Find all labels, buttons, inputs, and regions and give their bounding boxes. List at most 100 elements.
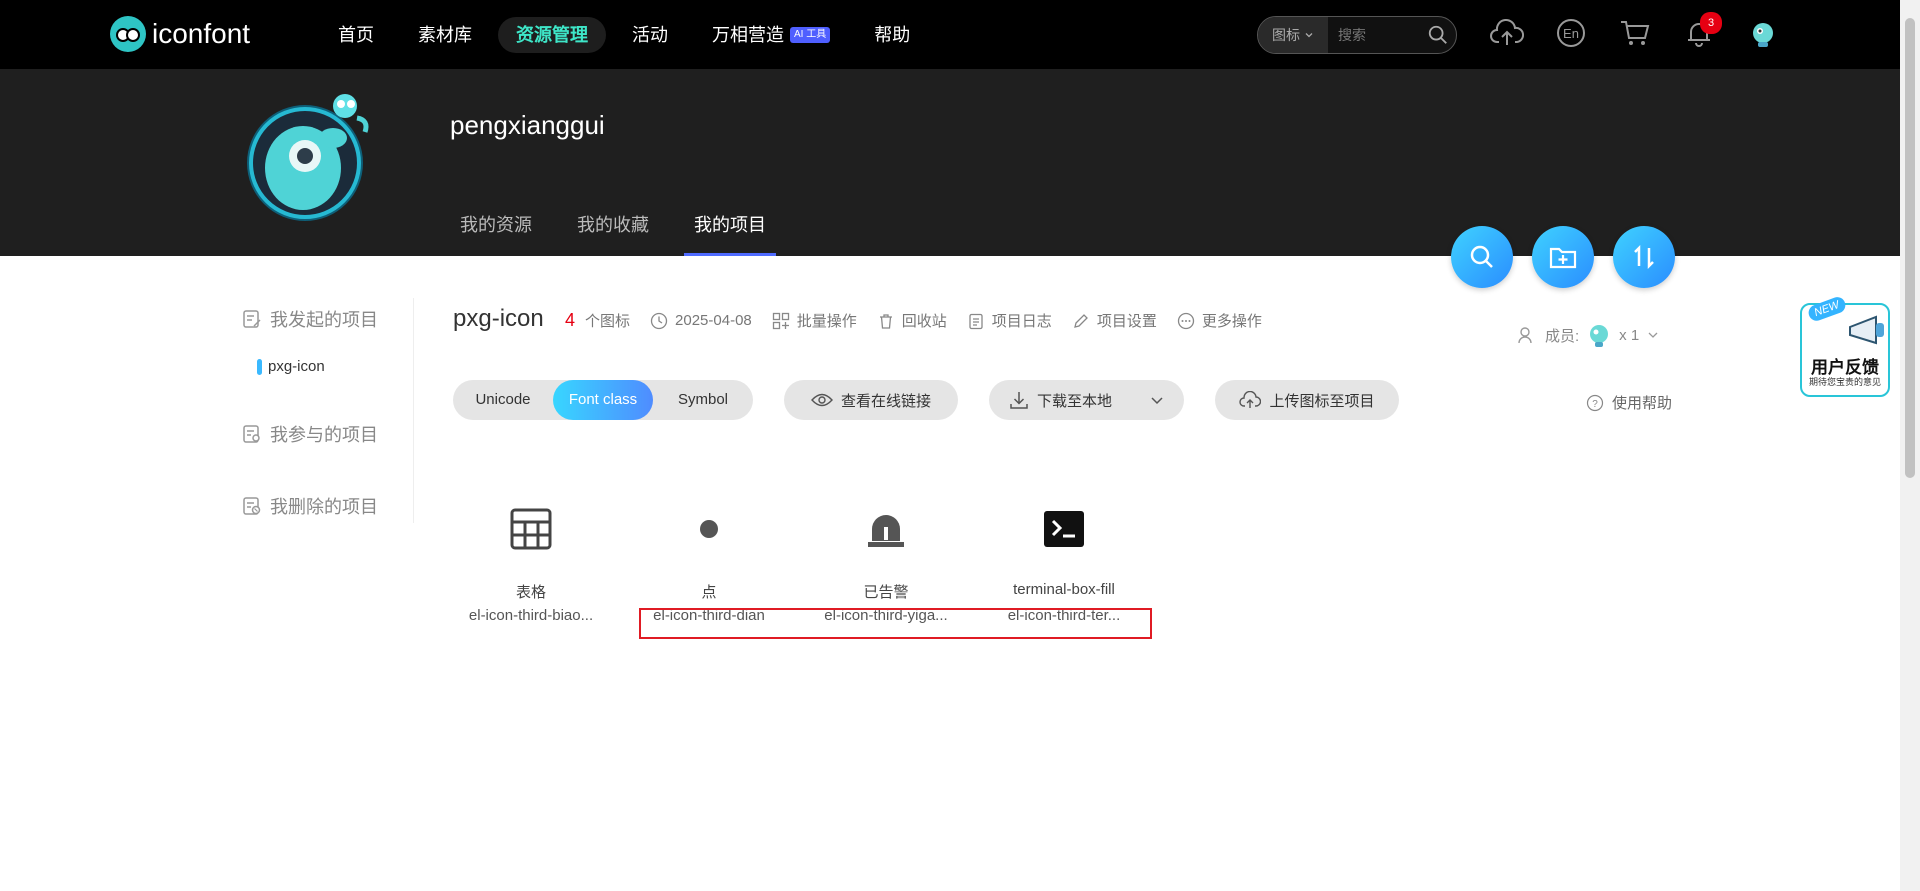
nav-resource-management[interactable]: 资源管理 [498, 17, 606, 53]
search-button[interactable] [1420, 17, 1456, 53]
deleted-document-icon [243, 497, 261, 515]
nav-wanxiang-label: 万相营造 [712, 25, 784, 45]
search-icon [1428, 25, 1447, 44]
upload-cloud-button[interactable] [1488, 14, 1526, 52]
project-settings-button[interactable]: 项目设置 [1072, 310, 1157, 331]
nav-home[interactable]: 首页 [320, 17, 392, 53]
sidebar-divider [413, 298, 414, 523]
new-project-fab[interactable] [1532, 226, 1594, 288]
sidebar-deleted-projects-label: 我删除的项目 [270, 497, 378, 517]
nav-resource-management-label: 资源管理 [516, 25, 588, 45]
profile-tabs: 我的资源 我的收藏 我的项目 [450, 205, 801, 256]
upload-to-project-button[interactable]: 上传图标至项目 [1215, 380, 1399, 420]
table-icon [456, 495, 606, 563]
top-icon-group: En 3 [1488, 12, 1782, 52]
chevron-down-icon[interactable] [1150, 393, 1164, 407]
chevron-down-icon [1305, 33, 1313, 38]
trash-icon [879, 313, 892, 329]
more-actions-button[interactable]: 更多操作 [1177, 310, 1262, 331]
tab-my-favorites[interactable]: 我的收藏 [567, 205, 659, 256]
folder-add-icon [1549, 247, 1577, 269]
notification-button[interactable]: 3 [1680, 12, 1722, 52]
project-title: pxg-icon [453, 305, 544, 332]
view-online-link-button[interactable]: 查看在线链接 [784, 380, 958, 420]
svg-text:?: ? [1592, 399, 1598, 410]
recycle-bin-button[interactable]: 回收站 [877, 310, 947, 331]
user-document-icon [243, 425, 260, 443]
sidebar-project-label: pxg-icon [268, 358, 325, 375]
project-settings-label: 项目设置 [1096, 313, 1157, 330]
more-actions-label: 更多操作 [1201, 313, 1262, 330]
icon-card-table[interactable]: 表格 el-icon-third-biao... [456, 495, 606, 624]
sidebar-joined-projects-label: 我参与的项目 [270, 425, 378, 445]
language-button[interactable]: En [1552, 14, 1590, 52]
member-avatar-icon [1590, 325, 1609, 347]
tab-my-projects[interactable]: 我的项目 [684, 205, 776, 256]
eye-icon [811, 393, 833, 407]
code-mode-switch: Unicode Font class Symbol [453, 380, 753, 420]
sidebar-created-projects-label: 我发起的项目 [270, 310, 378, 330]
profile-username: pengxianggui [450, 110, 605, 140]
cart-button[interactable] [1616, 14, 1654, 52]
svg-text:En: En [1563, 26, 1579, 41]
sidebar-joined-projects[interactable]: 我参与的项目 [242, 421, 378, 447]
megaphone-icon [1849, 315, 1884, 345]
sort-icon [1634, 244, 1654, 270]
new-badge: NEW [1806, 295, 1848, 323]
dot-icon [634, 495, 784, 563]
download-local-label: 下载至本地 [1036, 392, 1112, 410]
search-type-select[interactable]: 图标 [1258, 17, 1328, 53]
download-local-button[interactable]: 下载至本地 [989, 380, 1184, 420]
icon-card-dot[interactable]: 点 el-icon-third-dian [634, 495, 784, 624]
search-project-fab[interactable] [1451, 226, 1513, 288]
search-input[interactable] [1328, 27, 1420, 43]
main-nav: 首页 素材库 资源管理 活动 万相营造 AI 工具 帮助 [320, 17, 928, 53]
terminal-box-icon [989, 495, 1139, 563]
search-type-label: 图标 [1272, 27, 1300, 43]
cloud-upload-icon [1490, 19, 1524, 45]
language-en-icon: En [1557, 19, 1585, 47]
cloud-upload-icon [1239, 391, 1262, 408]
nav-activities[interactable]: 活动 [614, 17, 686, 53]
batch-operation-button[interactable]: 批量操作 [772, 310, 857, 331]
logo-text: iconfont [152, 18, 251, 49]
clock-icon [650, 312, 668, 329]
cart-icon [1621, 21, 1650, 45]
notification-count-badge: 3 [1700, 12, 1722, 34]
members-count: x 1 [1619, 326, 1640, 344]
user-feedback-widget[interactable]: NEW 用户反馈 期待您宝贵的意见 [1800, 295, 1890, 397]
nav-wanxiang[interactable]: 万相营造 AI 工具 [694, 17, 848, 53]
sidebar-created-projects[interactable]: 我发起的项目 [242, 306, 378, 332]
icon-name: 已告警 [863, 584, 909, 601]
icon-count: 4 [565, 310, 576, 330]
user-avatar-button[interactable] [1744, 14, 1782, 52]
recycle-bin-label: 回收站 [901, 313, 947, 330]
project-date: 2025-04-08 [650, 312, 752, 330]
sort-projects-fab[interactable] [1613, 226, 1675, 288]
project-log-button[interactable]: 项目日志 [967, 310, 1052, 331]
clipboard-icon [969, 313, 983, 329]
project-meta: 4 个图标 2025-04-08 批量操作 回收站 项目日志 项目设置 更多操作 [565, 310, 1282, 331]
download-icon [1010, 392, 1028, 409]
icon-card-alarm[interactable]: 已告警 el-icon-third-yiga... [811, 495, 961, 624]
mode-font-class[interactable]: Font class [553, 380, 653, 420]
sidebar-deleted-projects[interactable]: 我删除的项目 [242, 493, 378, 519]
tab-my-resources[interactable]: 我的资源 [450, 205, 542, 256]
alarm-siren-icon [811, 495, 961, 563]
icon-name: 表格 [515, 584, 546, 601]
usage-help-link[interactable]: ? 使用帮助 [1586, 392, 1672, 413]
scrollbar-thumb[interactable] [1905, 18, 1915, 478]
members-dropdown[interactable]: 成员: x 1 [1517, 322, 1659, 348]
project-log-label: 项目日志 [991, 313, 1052, 330]
nav-help[interactable]: 帮助 [856, 17, 928, 53]
sidebar-project-pxg-icon[interactable]: pxg-icon [257, 358, 325, 375]
grid-icon [772, 312, 789, 329]
icon-card-terminal[interactable]: terminal-box-fill el-icon-third-ter... [989, 495, 1139, 624]
iconfont-logo[interactable]: iconfont [110, 16, 250, 52]
feedback-subtitle: 期待您宝贵的意见 [1808, 377, 1881, 387]
nav-home-label: 首页 [338, 25, 374, 45]
nav-materials[interactable]: 素材库 [400, 17, 490, 53]
mode-symbol[interactable]: Symbol [653, 380, 753, 420]
question-circle-icon: ? [1586, 394, 1604, 411]
mode-unicode[interactable]: Unicode [453, 380, 553, 420]
